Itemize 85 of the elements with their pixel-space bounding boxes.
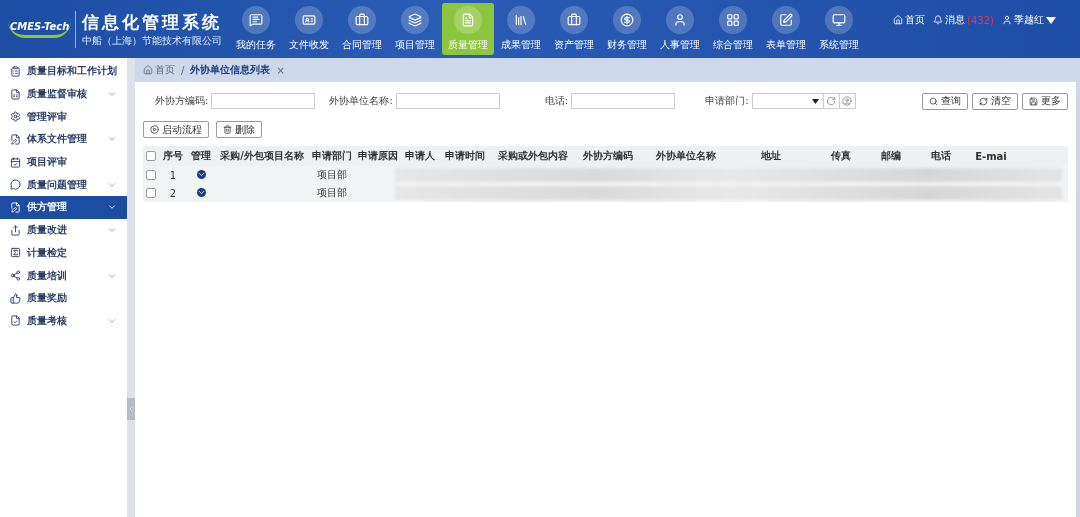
column-header: 邮编 xyxy=(880,149,902,163)
action-button[interactable]: 删除 xyxy=(216,121,262,138)
company-name: 中船（上海）节能技术有限公司 xyxy=(82,33,223,48)
nav-tab[interactable]: 人事管理 xyxy=(654,3,706,55)
nav-tab[interactable]: 文件收发 xyxy=(283,3,335,55)
save-icon xyxy=(1029,96,1038,106)
dropdown-icon[interactable] xyxy=(196,169,206,179)
nav-tab[interactable]: 表单管理 xyxy=(760,3,812,55)
home-icon xyxy=(893,15,904,25)
chevron-icon xyxy=(127,405,135,413)
sidebar-item[interactable]: 质量考核 xyxy=(0,309,127,333)
table-cell-text: 2 xyxy=(168,187,178,199)
filter-label: 外协方编码: xyxy=(155,94,209,108)
sidebar-item[interactable]: 质量改进 xyxy=(0,218,127,242)
sidebar-item[interactable]: 质量问题管理 xyxy=(0,173,127,197)
column-header: 申请部门 xyxy=(311,149,353,163)
column-header: 申请原因 xyxy=(357,149,399,163)
nav-tab[interactable]: 我的任务 xyxy=(230,3,282,55)
sidebar-item[interactable]: 计量检定 xyxy=(0,241,127,265)
sidebar-item[interactable]: 体系文件管理 xyxy=(0,128,127,151)
home-link[interactable]: 首页 xyxy=(143,63,175,77)
column-header: 传真 xyxy=(830,149,852,163)
filter-label: 电话: xyxy=(544,94,569,108)
home-link[interactable]: 首页 xyxy=(893,13,926,27)
dropdown-icon[interactable] xyxy=(196,187,206,197)
separator: / xyxy=(181,64,185,76)
nav-tab[interactable]: 财务管理 xyxy=(601,3,653,55)
filter-field[interactable] xyxy=(571,93,676,109)
column-header: 外协方编码 xyxy=(582,149,634,163)
bell-icon xyxy=(933,15,944,25)
trash-icon xyxy=(223,125,232,134)
column-header: E-mai xyxy=(974,150,1008,162)
close-icon[interactable]: × xyxy=(276,64,285,76)
toolbar-button[interactable]: 更多 xyxy=(1022,92,1068,110)
nav-tab[interactable]: 综合管理 xyxy=(707,3,759,55)
collapse-handle[interactable] xyxy=(127,398,135,420)
filter-field[interactable] xyxy=(395,93,500,109)
column-header: 申请人 xyxy=(404,149,436,163)
refresh-icon[interactable] xyxy=(826,96,836,106)
filter-label: 外协单位名称: xyxy=(329,94,393,108)
nav-tab[interactable]: 成果管理 xyxy=(495,3,547,55)
sidebar-item[interactable]: 质量培训 xyxy=(0,264,127,287)
row-checkbox[interactable] xyxy=(146,188,156,198)
nav-tab[interactable]: 系统管理 xyxy=(813,3,865,55)
sidebar-item[interactable]: 供方管理 xyxy=(0,196,127,219)
sidebar-item[interactable]: 质量监督审核 xyxy=(0,82,127,106)
nav-tab[interactable]: 项目管理 xyxy=(389,3,441,55)
page-tab[interactable]: 外协单位信息列表 xyxy=(190,63,271,77)
nav-tab[interactable]: 合同管理 xyxy=(336,3,388,55)
column-header: 外协单位名称 xyxy=(655,149,717,163)
refresh-icon xyxy=(979,96,988,106)
filter-field[interactable] xyxy=(211,93,316,109)
column-header: 采购/外包项目名称 xyxy=(219,149,305,163)
column-header: 申请时间 xyxy=(444,149,486,163)
play-icon xyxy=(150,125,159,134)
department-select[interactable] xyxy=(751,93,856,109)
column-header: 电话 xyxy=(930,149,952,163)
user-menu[interactable]: 季越红 xyxy=(1002,13,1056,27)
nav-tab[interactable]: 资产管理 xyxy=(548,3,600,55)
table-cell-text: 1 xyxy=(168,169,178,181)
logo: CMES-Tech xyxy=(8,20,72,38)
sidebar-item[interactable]: 质量奖励 xyxy=(0,286,127,310)
user-icon xyxy=(1002,15,1012,25)
sidebar-item[interactable]: 质量目标和工作计划 xyxy=(0,60,127,83)
table-cell-text: 项目部 xyxy=(316,168,348,182)
toolbar-button[interactable]: 清空 xyxy=(972,92,1018,110)
caret-icon xyxy=(1046,16,1056,24)
user-icon[interactable] xyxy=(842,96,852,106)
search-icon xyxy=(929,96,938,106)
select-all-checkbox[interactable] xyxy=(146,151,156,161)
home-icon xyxy=(143,65,153,75)
column-header: 序号 xyxy=(162,149,184,163)
messages-link[interactable]: 消息 (432) xyxy=(933,13,994,27)
toolbar-button[interactable]: 查询 xyxy=(922,92,968,110)
column-header: 地址 xyxy=(760,149,782,163)
action-button[interactable]: 启动流程 xyxy=(143,121,209,138)
row-checkbox[interactable] xyxy=(146,170,156,180)
sidebar-item[interactable]: 管理评审 xyxy=(0,105,127,129)
app-title: 信息化管理系统 xyxy=(82,10,223,34)
caret-icon xyxy=(811,98,819,104)
column-header: 采购或外包内容 xyxy=(497,149,569,163)
filter-label: 申请部门: xyxy=(705,94,749,108)
sidebar-item[interactable]: 项目评审 xyxy=(0,150,127,174)
column-header: 管理 xyxy=(190,149,212,163)
table-cell-text: 项目部 xyxy=(316,186,348,200)
